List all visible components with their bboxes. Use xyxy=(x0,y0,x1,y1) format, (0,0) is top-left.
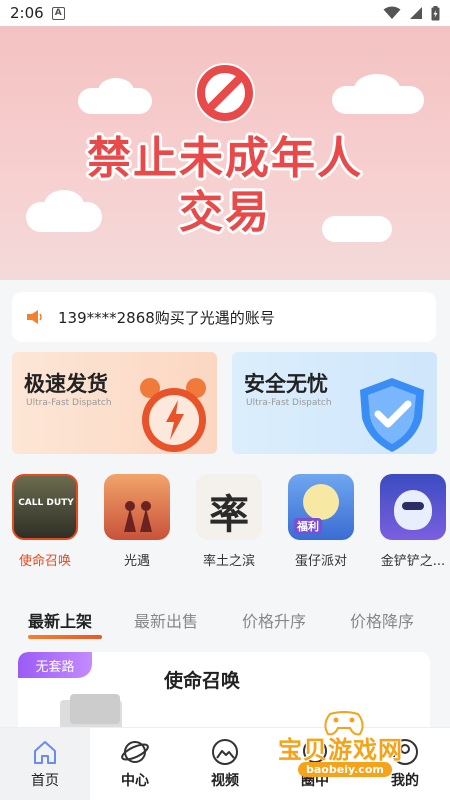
listing-tag: 无套路 xyxy=(18,652,92,678)
nav-video[interactable]: 视频 xyxy=(180,728,270,800)
tft-character xyxy=(394,490,432,530)
status-bar: 2:06 A xyxy=(0,0,450,26)
notification-icon: A xyxy=(51,6,65,20)
cod-icon-text: CALL DUTY xyxy=(18,498,74,508)
wifi-icon xyxy=(383,6,401,19)
nav-center[interactable]: 中心 xyxy=(90,728,180,800)
eggy-game-icon: 福利 xyxy=(288,474,354,540)
watermark-text: 宝贝游戏网 xyxy=(278,736,403,764)
eggy-icon-text: 福利 xyxy=(294,518,322,534)
game-item-cod[interactable]: CALL DUTY 使命召唤 xyxy=(9,474,81,569)
site-watermark: 宝贝游戏网 baobeiy.com xyxy=(272,708,432,788)
tft-character-eyes xyxy=(402,502,424,510)
promo-subtitle: Ultra-Fast Dispatch xyxy=(26,398,112,408)
nav-label: 中心 xyxy=(121,773,149,789)
hero-banner[interactable]: 禁止未成年人 交易 xyxy=(0,26,450,280)
tft-game-icon xyxy=(380,474,446,540)
game-item-sky[interactable]: 光遇 xyxy=(101,474,173,569)
nav-home[interactable]: 首页 xyxy=(0,728,90,800)
game-label: 率土之滨 xyxy=(202,554,255,569)
nav-label: 首页 xyxy=(31,773,59,789)
purchase-notice[interactable]: 139****2868购买了光遇的账号 xyxy=(12,292,436,342)
tab-newest-listed[interactable]: 最新上架 xyxy=(28,608,92,632)
prohibited-icon xyxy=(195,63,255,123)
cellular-icon xyxy=(410,7,422,19)
home-icon xyxy=(34,741,56,764)
promo-subtitle: Ultra-Fast Dispatch xyxy=(246,398,332,408)
game-label: 蛋仔派对 xyxy=(294,554,347,569)
shield-check-icon xyxy=(360,378,424,452)
nav-label: 视频 xyxy=(211,773,239,789)
game-item-slg[interactable]: 率 率土之滨 xyxy=(193,474,265,569)
game-label: 光遇 xyxy=(123,554,150,569)
game-item-tft[interactable]: 金铲铲之... xyxy=(377,474,449,569)
speaker-icon xyxy=(27,310,42,324)
slg-game-icon: 率 xyxy=(196,474,262,540)
promo-fast-dispatch[interactable]: 极速发货 Ultra-Fast Dispatch xyxy=(12,352,217,454)
banner-title-line2: 交易 xyxy=(179,187,271,238)
game-category-list: CALL DUTY 使命召唤 光遇 率 率土之滨 福利 蛋仔派对 金铲铲之... xyxy=(0,474,450,574)
tab-price-descending[interactable]: 价格降序 xyxy=(350,608,414,632)
sort-tabs: 最新上架 最新出售 价格升序 价格降序 xyxy=(0,600,450,640)
promo-title: 安全无忧 xyxy=(244,372,328,396)
listing-title: 使命召唤 xyxy=(164,670,241,692)
notice-text: 139****2868购买了光遇的账号 xyxy=(58,308,275,327)
watermark-url: baobeiy.com xyxy=(298,762,392,777)
planet-icon xyxy=(121,741,149,763)
promo-safe[interactable]: 安全无忧 Ultra-Fast Dispatch xyxy=(232,352,437,454)
alarm-clock-icon xyxy=(140,378,206,452)
sky-figures-icon xyxy=(124,501,152,532)
cloud-decoration xyxy=(98,78,134,104)
promo-title: 极速发货 xyxy=(24,372,108,396)
tab-price-ascending[interactable]: 价格升序 xyxy=(242,608,306,632)
game-label: 使命召唤 xyxy=(18,554,71,569)
image-icon xyxy=(212,739,238,765)
battery-icon xyxy=(431,5,440,20)
cod-game-icon: CALL DUTY xyxy=(12,474,78,540)
sky-game-icon xyxy=(104,474,170,540)
cloud-decoration xyxy=(354,74,400,104)
game-item-eggy[interactable]: 福利 蛋仔派对 xyxy=(285,474,357,569)
game-label: 金铲铲之... xyxy=(380,554,446,569)
slg-icon-text: 率 xyxy=(209,491,249,538)
status-icons xyxy=(383,5,440,21)
eggy-character xyxy=(303,484,339,520)
status-time: 2:06 xyxy=(10,4,44,22)
active-tab-indicator xyxy=(28,635,102,639)
tab-newest-sold[interactable]: 最新出售 xyxy=(134,608,198,632)
